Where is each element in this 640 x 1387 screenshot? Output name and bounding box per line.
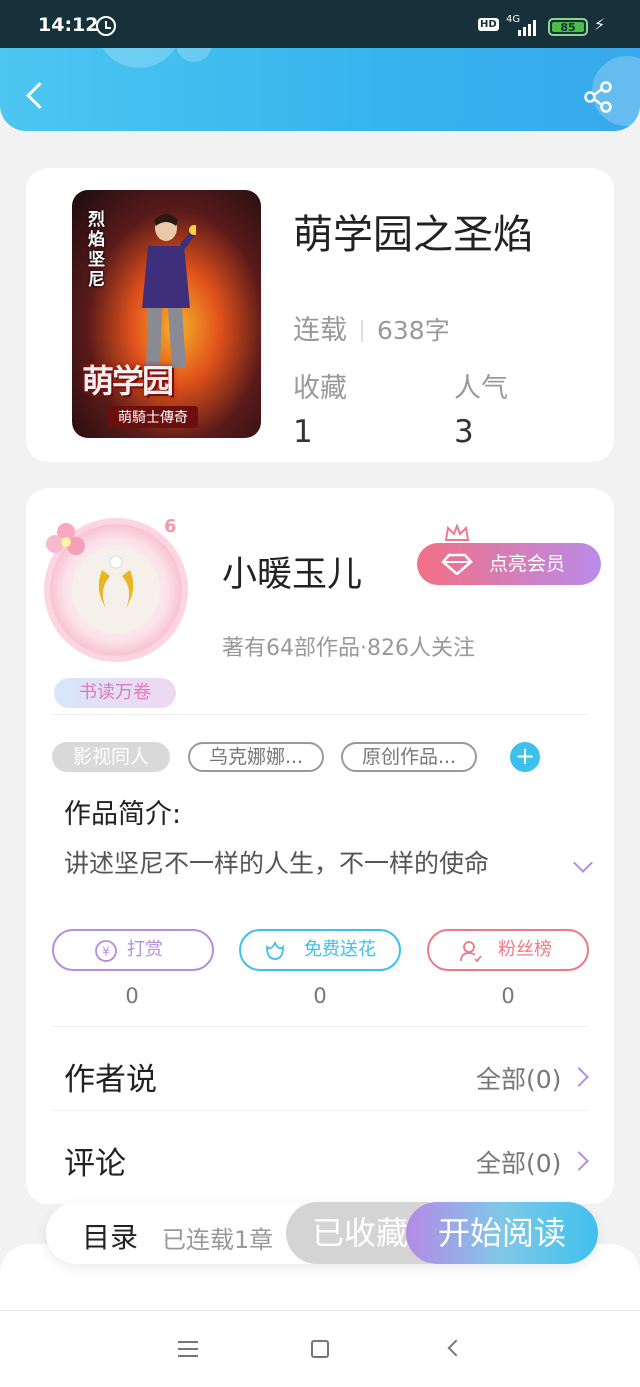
intro-text: 讲述坚尼不一样的人生，不一样的使命 [64, 849, 490, 878]
popularity-value: 3 [454, 414, 474, 450]
bottom-action-bar: 目录 已连载1章 已收藏 开始阅读 [46, 1202, 598, 1264]
chapter-count: 已连载1章 [162, 1226, 274, 1254]
chevron-down-icon[interactable] [574, 856, 592, 874]
start-reading-button[interactable]: 开始阅读 [406, 1202, 598, 1264]
author-level: 6 [164, 516, 177, 537]
send-flower-label: 免费送花 [304, 939, 376, 960]
comments-title: 评论 [64, 1146, 126, 1182]
author-badge: 书读万卷 [54, 678, 176, 708]
battery-level: 85 [552, 22, 584, 33]
author-avatar[interactable]: 6 [36, 512, 196, 672]
book-title: 萌学园之圣焰 [293, 212, 533, 258]
back-button[interactable] [22, 80, 52, 114]
fan-ranking-button[interactable]: 粉丝榜 [427, 929, 589, 971]
comments-link[interactable]: 全部(0) [476, 1144, 561, 1180]
hd-indicator: HD [478, 18, 499, 31]
share-icon[interactable] [582, 80, 616, 114]
back-icon[interactable] [447, 1339, 465, 1357]
intro-heading: 作品简介: [64, 799, 182, 830]
vip-button[interactable]: 点亮会员 [417, 543, 601, 585]
serial-status: 连载 [293, 315, 347, 346]
chevron-right-icon[interactable] [569, 1151, 589, 1171]
divider [52, 1110, 588, 1111]
tag-item[interactable]: 影视同人 [52, 742, 170, 772]
status-time: 14:12 [38, 14, 99, 36]
home-icon[interactable] [311, 1340, 329, 1358]
favorites-label: 收藏 [293, 373, 347, 404]
system-nav-bar [0, 1310, 640, 1387]
top-header: 14:12 HD 4G 85 ⚡ [0, 0, 640, 131]
book-status-row: 连载 638字 [293, 308, 450, 347]
alarm-icon [96, 16, 116, 36]
crown-icon [444, 524, 470, 541]
flower-decor-icon [46, 523, 85, 555]
popularity-label: 人气 [454, 373, 508, 404]
author-name[interactable]: 小暖玉儿 [222, 546, 362, 597]
fan-count: 0 [501, 984, 515, 1008]
tag-item[interactable]: 乌克娜娜... [188, 742, 324, 772]
divider [52, 1026, 588, 1027]
menu-icon[interactable] [178, 1341, 198, 1357]
cover-figure-icon [142, 214, 196, 368]
cover-vertical-text: 烈焰坚尼 [88, 210, 105, 290]
diamond-icon [441, 553, 473, 575]
flower-count: 0 [313, 984, 327, 1008]
send-flower-button[interactable]: 免费送花 [239, 929, 401, 971]
fan-user-icon [460, 941, 482, 963]
chevron-right-icon[interactable] [569, 1067, 589, 1087]
author-says-title: 作者说 [64, 1062, 157, 1098]
svg-text:¥: ¥ [102, 945, 110, 959]
book-info-card: 烈焰坚尼 萌学园 萌騎士傳奇 萌学园之圣焰 连载 638字 收藏 人气 1 3 [26, 168, 614, 462]
cover-title-art: 萌学园 [82, 362, 174, 400]
fan-ranking-label: 粉丝榜 [498, 939, 552, 960]
toc-button[interactable]: 目录 [82, 1216, 138, 1256]
author-meta: 著有64部作品·826人关注 [222, 636, 475, 661]
add-tag-button[interactable]: + [510, 742, 540, 772]
yuan-coin-icon: ¥ [95, 940, 117, 962]
status-divider [361, 320, 363, 342]
author-card: 6 书读万卷 小暖玉儿 点亮会员 著有64部作品·826人关注 影视同人 乌克娜… [26, 488, 614, 1204]
word-count: 638字 [377, 316, 450, 345]
tip-button[interactable]: ¥ 打赏 [52, 929, 214, 971]
tip-label: 打赏 [127, 939, 163, 960]
status-bar: 14:12 HD 4G 85 ⚡ [0, 0, 640, 48]
cover-subtitle: 萌騎士傳奇 [108, 406, 198, 428]
author-says-link[interactable]: 全部(0) [476, 1060, 561, 1096]
signal-icon [518, 18, 540, 36]
tip-count: 0 [125, 984, 139, 1008]
flower-icon [266, 940, 284, 960]
vip-label: 点亮会员 [489, 553, 566, 575]
battery-icon: 85 [548, 18, 588, 36]
charging-icon: ⚡ [594, 15, 606, 34]
favorites-value: 1 [293, 414, 313, 450]
divider [52, 714, 588, 715]
tag-item[interactable]: 原创作品... [341, 742, 477, 772]
book-cover[interactable]: 烈焰坚尼 萌学园 萌騎士傳奇 [72, 190, 261, 438]
